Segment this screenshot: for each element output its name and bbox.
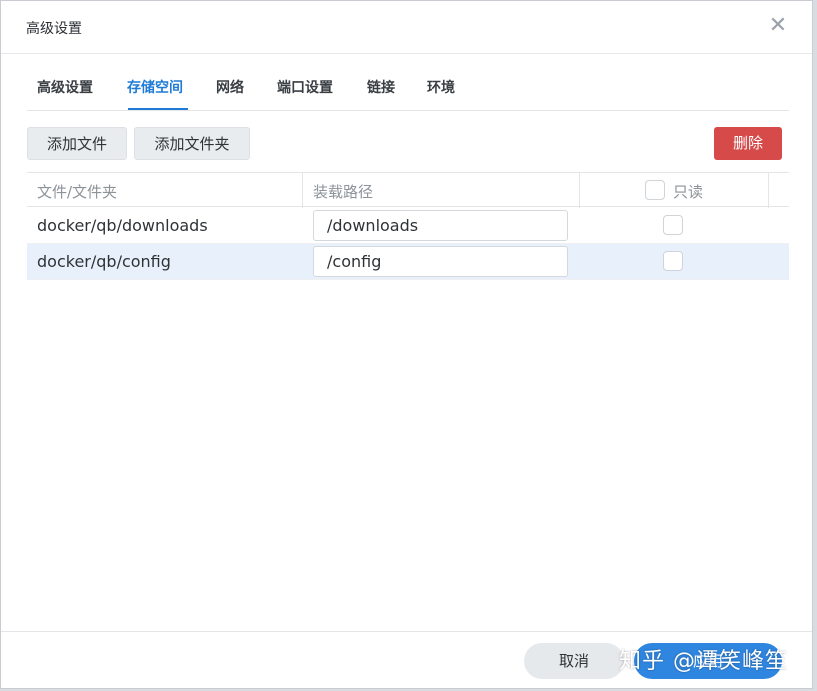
table-row[interactable]: docker/qb/downloads [27,208,789,244]
tab-port-settings[interactable]: 端口设置 [277,77,333,97]
active-tab-indicator [128,108,188,110]
tab-links[interactable]: 链接 [367,77,395,97]
file-path-cell: docker/qb/downloads [37,216,208,235]
advanced-settings-dialog: 高级设置 ✕ 高级设置 存储空间 网络 端口设置 链接 环境 添加文件 添加文件… [0,0,813,689]
tab-bar: 高级设置 存储空间 网络 端口设置 链接 环境 [27,63,789,111]
tab-network[interactable]: 网络 [216,77,244,97]
add-folder-button[interactable]: 添加文件夹 [134,127,250,160]
file-path-cell: docker/qb/config [37,252,171,271]
delete-button[interactable]: 删除 [714,127,782,160]
readonly-select-all-checkbox[interactable] [645,180,665,200]
tab-storage[interactable]: 存储空间 [127,77,183,97]
column-header-readonly: 只读 [673,183,704,201]
column-header-mount-path[interactable]: 装载路径 [313,181,373,202]
cancel-button[interactable]: 取消 [524,643,624,679]
dialog-titlebar: 高级设置 ✕ [1,1,812,54]
tab-environment[interactable]: 环境 [427,77,455,97]
add-file-button[interactable]: 添加文件 [27,127,127,160]
close-icon[interactable]: ✕ [768,15,788,37]
volume-table: 文件/文件夹 装载路径 只读 docker/qb/downloads docke… [27,172,789,282]
column-divider[interactable] [579,173,580,208]
dialog-title: 高级设置 [26,21,82,37]
watermark-text: 知乎 @谭笑峰笙 [619,649,788,674]
readonly-checkbox[interactable] [663,251,683,271]
column-header-file[interactable]: 文件/文件夹 [37,181,117,202]
readonly-checkbox[interactable] [663,215,683,235]
mount-path-input[interactable] [313,246,568,277]
tab-advanced[interactable]: 高级设置 [37,77,93,97]
mount-path-input[interactable] [313,210,568,241]
column-divider[interactable] [768,173,769,208]
table-row[interactable]: docker/qb/config [27,244,789,280]
table-header: 文件/文件夹 装载路径 只读 [27,172,789,208]
column-divider[interactable] [302,173,303,208]
